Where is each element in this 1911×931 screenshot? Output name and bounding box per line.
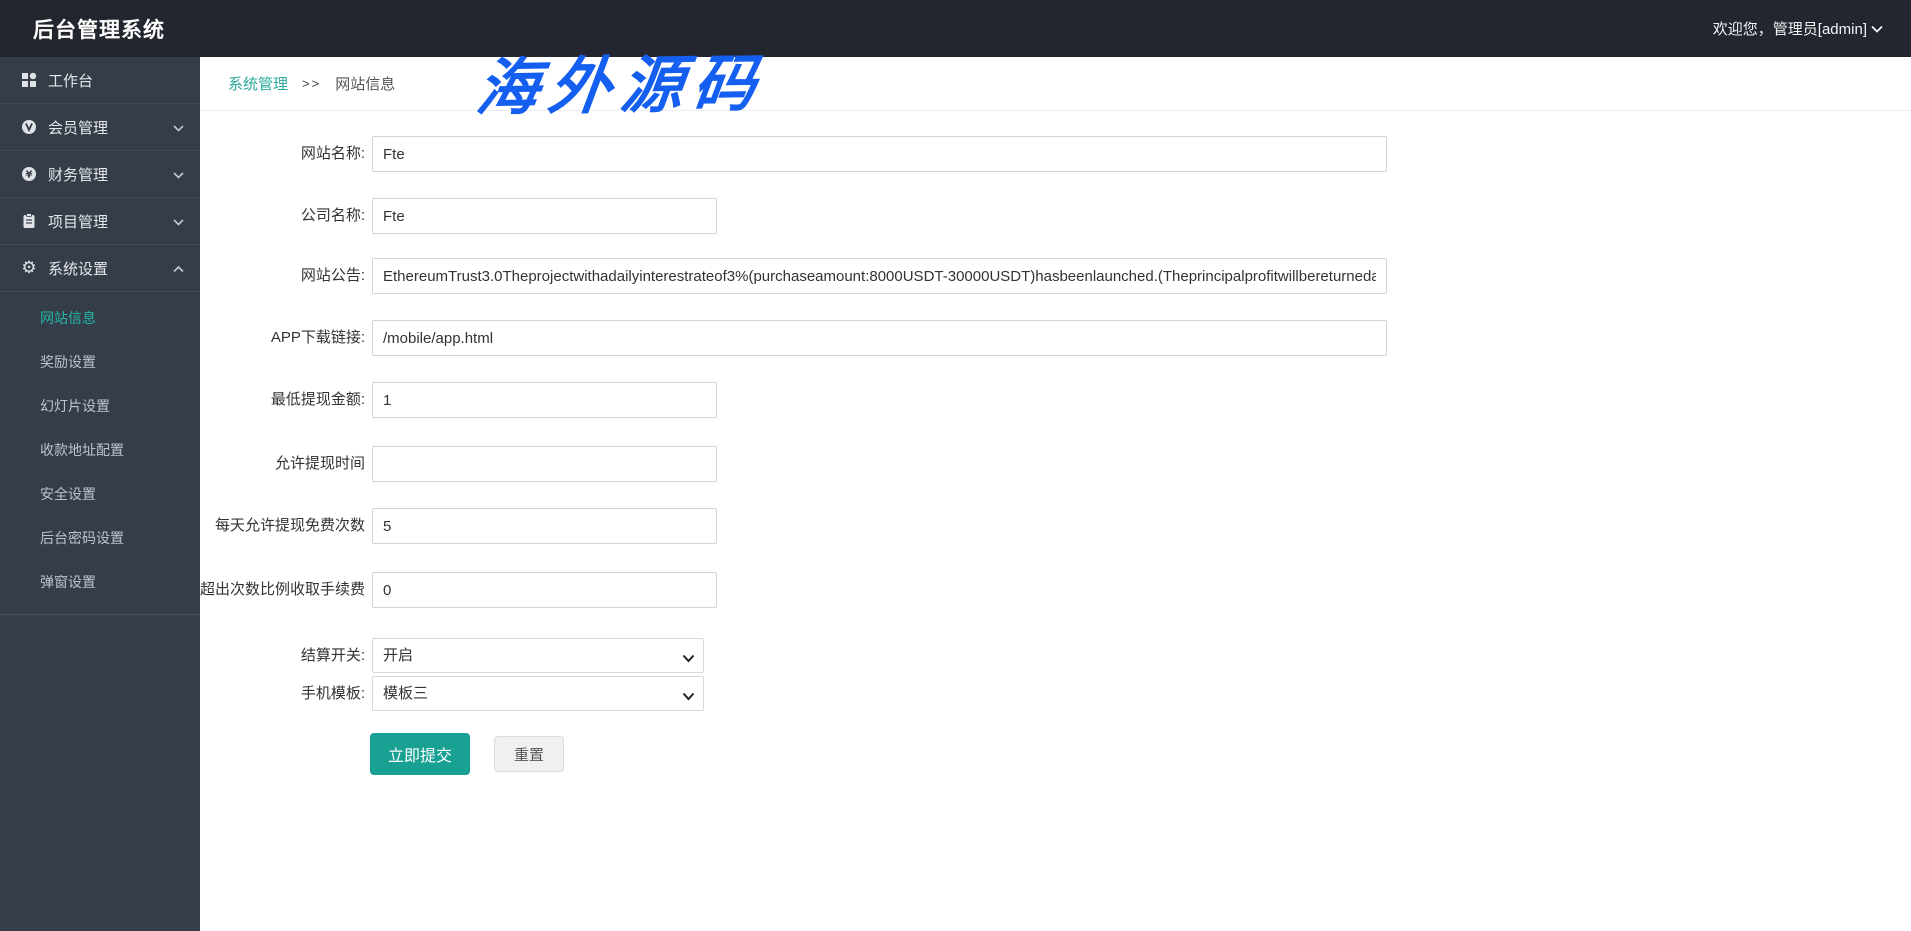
sidebar-subitem-site-info[interactable]: 网站信息 <box>0 296 200 340</box>
submit-button[interactable]: 立即提交 <box>370 733 470 775</box>
sidebar-item-projects[interactable]: 项目管理 <box>0 198 200 245</box>
mobile-template-label: 手机模板: <box>300 684 365 702</box>
user-menu[interactable]: 欢迎您，管理员[admin] <box>1713 18 1883 39</box>
form-row: 允许提现时间 <box>200 446 1911 482</box>
withdrawal-time-label: 允许提现时间 <box>274 455 365 472</box>
free-withdrawals-per-day-label: 每天允许提现免费次数 <box>214 517 365 534</box>
settlement-switch-select[interactable]: 开启 <box>372 638 704 673</box>
form-row: 每天允许提现免费次数 <box>200 508 1911 544</box>
excess-fee-input[interactable] <box>372 572 717 608</box>
app-title: 后台管理系统 <box>33 18 165 42</box>
user-dropdown-caret-icon <box>1871 25 1883 33</box>
sidebar-subitem-admin-password[interactable]: 后台密码设置 <box>0 516 200 560</box>
finance-icon: ¥ <box>20 165 38 183</box>
free-withdrawals-per-day-input[interactable] <box>372 508 717 544</box>
chevron-down-icon <box>173 166 184 183</box>
excess-fee-label: 超出次数比例收取手续费 <box>200 581 366 598</box>
form-row: APP下载链接: <box>200 320 1911 356</box>
form-row: 网站名称: <box>200 136 1911 172</box>
form-actions: 立即提交 重置 <box>200 733 1911 775</box>
welcome-text: 欢迎您，管理员[admin] <box>1712 21 1867 38</box>
site-info-form: 网站名称: 公司名称: 网站公告: APP下载链接: 最低提现金额: 允许提现时… <box>200 111 1911 775</box>
sidebar-item-label: 财务管理 <box>48 166 109 184</box>
sidebar-item-label: 会员管理 <box>48 119 109 137</box>
form-row: 网站公告: <box>200 258 1911 294</box>
form-row: 最低提现金额: <box>200 382 1911 418</box>
sidebar-item-workbench[interactable]: 工作台 <box>0 57 200 104</box>
system-settings-submenu: 网站信息 奖励设置 幻灯片设置 收款地址配置 安全设置 后台密码设置 弹窗设置 <box>0 292 200 615</box>
member-icon <box>20 118 38 136</box>
sidebar-subitem-popup-settings[interactable]: 弹窗设置 <box>0 560 200 604</box>
sidebar-item-label: 系统设置 <box>48 260 109 278</box>
dashboard-icon <box>20 71 38 89</box>
sidebar-item-label: 项目管理 <box>48 213 109 231</box>
settings-icon: ⚙ <box>21 258 37 278</box>
chevron-down-icon <box>173 119 184 136</box>
breadcrumb-current: 网站信息 <box>335 76 396 93</box>
settlement-switch-label: 结算开关: <box>300 646 365 664</box>
site-announcement-label: 网站公告: <box>300 267 365 284</box>
min-withdrawal-label: 最低提现金额: <box>270 391 365 408</box>
site-name-input[interactable] <box>372 136 1387 172</box>
min-withdrawal-input[interactable] <box>372 382 717 418</box>
svg-text:¥: ¥ <box>26 170 33 181</box>
site-announcement-input[interactable] <box>372 258 1387 294</box>
site-name-label: 网站名称: <box>300 145 365 162</box>
chevron-down-icon <box>173 213 184 230</box>
reset-button[interactable]: 重置 <box>494 736 564 772</box>
sidebar-subitem-slideshow-settings[interactable]: 幻灯片设置 <box>0 384 200 428</box>
sidebar-subitem-payment-address[interactable]: 收款地址配置 <box>0 428 200 472</box>
mobile-template-select[interactable]: 模板三 <box>372 676 704 711</box>
top-header: 后台管理系统 欢迎您，管理员[admin] <box>0 0 1911 57</box>
app-download-link-label: APP下载链接: <box>270 329 365 346</box>
sidebar-item-label: 工作台 <box>48 72 94 90</box>
company-name-label: 公司名称: <box>300 207 365 224</box>
main-content: 海外源码 系统管理 >> 网站信息 网站名称: 公司名称: 网站公告: APP下… <box>200 46 1911 931</box>
sidebar: 工作台 会员管理 ¥ 财务管理 项目管理 ⚙ 系统设置 网站信息 奖励设置 幻灯… <box>0 57 200 931</box>
withdrawal-time-input[interactable] <box>372 446 717 482</box>
sidebar-subitem-reward-settings[interactable]: 奖励设置 <box>0 340 200 384</box>
sidebar-item-members[interactable]: 会员管理 <box>0 104 200 151</box>
breadcrumb: 系统管理 >> 网站信息 <box>200 57 1911 111</box>
company-name-input[interactable] <box>372 198 717 234</box>
chevron-up-icon <box>173 260 184 277</box>
sidebar-item-system-settings[interactable]: ⚙ 系统设置 <box>0 245 200 292</box>
form-row: 公司名称: <box>200 198 1911 234</box>
app-download-link-input[interactable] <box>372 320 1387 356</box>
sidebar-subitem-security-settings[interactable]: 安全设置 <box>0 472 200 516</box>
project-icon <box>20 212 38 230</box>
form-row: 手机模板: 模板三 <box>200 676 1911 711</box>
breadcrumb-separator: >> <box>302 76 322 91</box>
form-row: 结算开关: 开启 <box>200 638 1911 673</box>
breadcrumb-parent-link[interactable]: 系统管理 <box>228 73 288 94</box>
sidebar-item-finance[interactable]: ¥ 财务管理 <box>0 151 200 198</box>
form-row: 超出次数比例收取手续费 <box>200 572 1911 608</box>
